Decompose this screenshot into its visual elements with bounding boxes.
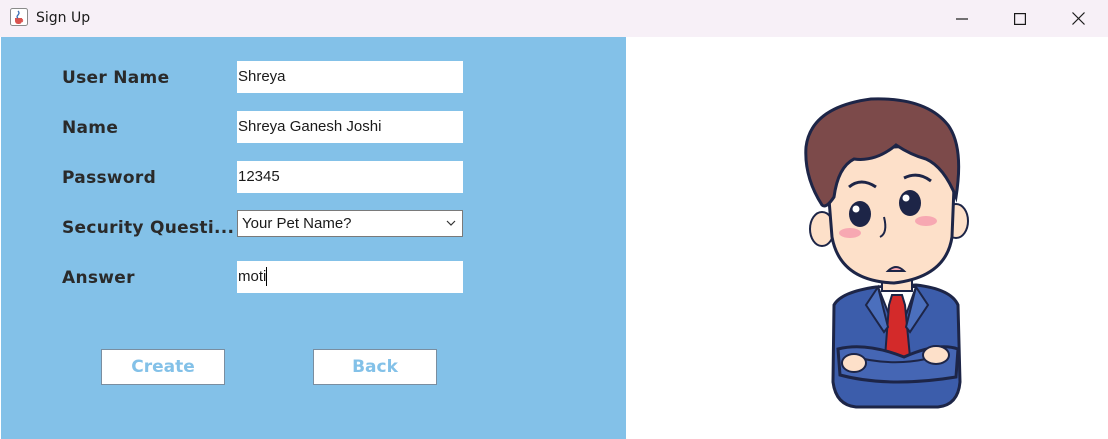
security-question-select[interactable]: Your Pet Name? <box>237 210 463 237</box>
chevron-down-icon <box>446 220 456 226</box>
password-label: Password <box>62 168 157 188</box>
answer-label: Answer <box>62 268 135 288</box>
username-label: User Name <box>62 68 170 88</box>
java-cup-icon <box>10 8 28 26</box>
illustration-panel <box>626 37 1108 439</box>
window-title: Sign Up <box>36 10 91 26</box>
text-cursor <box>266 267 267 286</box>
security-question-label: Security Questi... <box>62 218 235 238</box>
back-button[interactable]: Back <box>313 349 437 385</box>
title-bar: Sign Up <box>0 0 1108 37</box>
confused-boy-cartoon-icon <box>804 97 969 409</box>
create-button[interactable]: Create <box>101 349 225 385</box>
name-input[interactable] <box>237 111 463 143</box>
close-icon <box>1071 12 1085 25</box>
answer-input[interactable] <box>237 261 463 293</box>
security-question-value: Your Pet Name? <box>242 215 352 232</box>
password-input[interactable] <box>237 161 463 193</box>
maximize-icon <box>1014 12 1026 25</box>
username-input[interactable] <box>237 61 463 93</box>
minimize-icon <box>956 17 968 20</box>
minimize-button[interactable] <box>933 0 991 37</box>
close-button[interactable] <box>1049 0 1107 37</box>
maximize-button[interactable] <box>991 0 1049 37</box>
name-label: Name <box>62 118 119 138</box>
